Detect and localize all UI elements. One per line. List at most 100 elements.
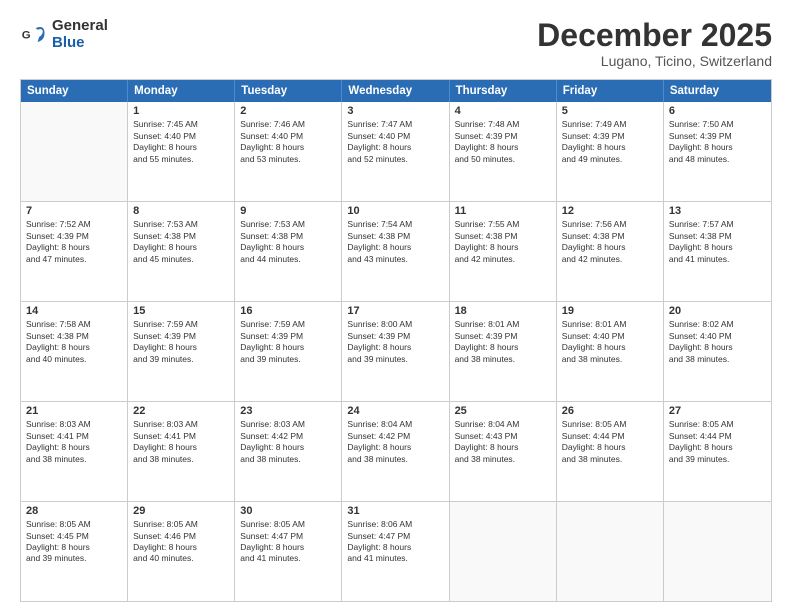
- day-number: 6: [669, 105, 766, 117]
- calendar-cell: 20 Sunrise: 8:02 AM Sunset: 4:40 PM Dayli…: [664, 302, 771, 401]
- cell-daylight-text: Sunrise: 8:01 AM Sunset: 4:40 PM Dayligh…: [562, 319, 658, 365]
- cell-daylight-text: Sunrise: 7:54 AM Sunset: 4:38 PM Dayligh…: [347, 219, 443, 265]
- calendar-row: 7Sunrise: 7:52 AM Sunset: 4:39 PM Daylig…: [21, 202, 771, 302]
- cell-daylight-text: Sunrise: 8:05 AM Sunset: 4:44 PM Dayligh…: [562, 419, 658, 465]
- calendar-cell: [664, 502, 771, 601]
- calendar-cell: 27 Sunrise: 8:05 AM Sunset: 4:44 PM Dayli…: [664, 402, 771, 501]
- logo-icon: G: [20, 21, 48, 49]
- cell-daylight-text: Sunrise: 7:52 AM Sunset: 4:39 PM Dayligh…: [26, 219, 122, 265]
- cell-daylight-text: Sunrise: 8:05 AM Sunset: 4:46 PM Dayligh…: [133, 519, 229, 565]
- calendar-row: 21 Sunrise: 8:03 AM Sunset: 4:41 PM Dayli…: [21, 402, 771, 502]
- logo-general-text: General: [52, 18, 108, 35]
- day-number: 22: [133, 405, 229, 417]
- calendar-cell: 8 Sunrise: 7:53 AM Sunset: 4:38 PM Daylig…: [128, 202, 235, 301]
- cell-daylight-text: Sunrise: 8:04 AM Sunset: 4:43 PM Dayligh…: [455, 419, 551, 465]
- header-cell-saturday: Saturday: [664, 80, 771, 102]
- calendar-cell: 14 Sunrise: 7:58 AM Sunset: 4:38 PM Dayli…: [21, 302, 128, 401]
- day-number: 20: [669, 305, 766, 317]
- day-number: 14: [26, 305, 122, 317]
- calendar-cell: 19 Sunrise: 8:01 AM Sunset: 4:40 PM Dayli…: [557, 302, 664, 401]
- day-number: 18: [455, 305, 551, 317]
- calendar-cell: 4 Sunrise: 7:48 AM Sunset: 4:39 PM Daylig…: [450, 102, 557, 201]
- cell-daylight-text: Sunrise: 7:57 AM Sunset: 4:38 PM Dayligh…: [669, 219, 766, 265]
- calendar-cell: 11 Sunrise: 7:55 AM Sunset: 4:38 PM Dayli…: [450, 202, 557, 301]
- cell-daylight-text: Sunrise: 7:47 AM Sunset: 4:40 PM Dayligh…: [347, 119, 443, 165]
- calendar-cell: 16 Sunrise: 7:59 AM Sunset: 4:39 PM Dayli…: [235, 302, 342, 401]
- header-cell-thursday: Thursday: [450, 80, 557, 102]
- header-cell-wednesday: Wednesday: [342, 80, 449, 102]
- day-number: 8: [133, 205, 229, 217]
- day-number: 3: [347, 105, 443, 117]
- cell-daylight-text: Sunrise: 7:59 AM Sunset: 4:39 PM Dayligh…: [240, 319, 336, 365]
- cell-daylight-text: Sunrise: 8:05 AM Sunset: 4:44 PM Dayligh…: [669, 419, 766, 465]
- day-number: 16: [240, 305, 336, 317]
- day-number: 1: [133, 105, 229, 117]
- calendar-cell: 28 Sunrise: 8:05 AM Sunset: 4:45 PM Dayli…: [21, 502, 128, 601]
- cell-daylight-text: Sunrise: 7:48 AM Sunset: 4:39 PM Dayligh…: [455, 119, 551, 165]
- day-number: 24: [347, 405, 443, 417]
- day-number: 27: [669, 405, 766, 417]
- cell-daylight-text: Sunrise: 8:04 AM Sunset: 4:42 PM Dayligh…: [347, 419, 443, 465]
- calendar-row: 14 Sunrise: 7:58 AM Sunset: 4:38 PM Dayli…: [21, 302, 771, 402]
- calendar-cell: 12 Sunrise: 7:56 AM Sunset: 4:38 PM Dayli…: [557, 202, 664, 301]
- day-number: 28: [26, 505, 122, 517]
- cell-daylight-text: Sunrise: 8:05 AM Sunset: 4:47 PM Dayligh…: [240, 519, 336, 565]
- title-block: December 2025 Lugano, Ticino, Switzerlan…: [537, 18, 772, 69]
- day-number: 12: [562, 205, 658, 217]
- calendar-cell: 29 Sunrise: 8:05 AM Sunset: 4:46 PM Dayli…: [128, 502, 235, 601]
- day-number: 11: [455, 205, 551, 217]
- calendar-cell: 5 Sunrise: 7:49 AM Sunset: 4:39 PM Daylig…: [557, 102, 664, 201]
- day-number: 26: [562, 405, 658, 417]
- cell-daylight-text: Sunrise: 8:06 AM Sunset: 4:47 PM Dayligh…: [347, 519, 443, 565]
- cell-daylight-text: Sunrise: 8:03 AM Sunset: 4:42 PM Dayligh…: [240, 419, 336, 465]
- calendar-cell: [557, 502, 664, 601]
- calendar-header: SundayMondayTuesdayWednesdayThursdayFrid…: [21, 80, 771, 102]
- day-number: 13: [669, 205, 766, 217]
- cell-daylight-text: Sunrise: 8:01 AM Sunset: 4:39 PM Dayligh…: [455, 319, 551, 365]
- calendar-cell: [21, 102, 128, 201]
- calendar-cell: 6 Sunrise: 7:50 AM Sunset: 4:39 PM Daylig…: [664, 102, 771, 201]
- day-number: 9: [240, 205, 336, 217]
- cell-daylight-text: Sunrise: 7:46 AM Sunset: 4:40 PM Dayligh…: [240, 119, 336, 165]
- cell-daylight-text: Sunrise: 7:58 AM Sunset: 4:38 PM Dayligh…: [26, 319, 122, 365]
- calendar-cell: 2 Sunrise: 7:46 AM Sunset: 4:40 PM Daylig…: [235, 102, 342, 201]
- calendar-cell: [450, 502, 557, 601]
- calendar-cell: 9Sunrise: 7:53 AM Sunset: 4:38 PM Daylig…: [235, 202, 342, 301]
- day-number: 19: [562, 305, 658, 317]
- day-number: 29: [133, 505, 229, 517]
- cell-daylight-text: Sunrise: 8:00 AM Sunset: 4:39 PM Dayligh…: [347, 319, 443, 365]
- day-number: 21: [26, 405, 122, 417]
- cell-daylight-text: Sunrise: 7:45 AM Sunset: 4:40 PM Dayligh…: [133, 119, 229, 165]
- cell-daylight-text: Sunrise: 8:03 AM Sunset: 4:41 PM Dayligh…: [133, 419, 229, 465]
- cell-daylight-text: Sunrise: 7:53 AM Sunset: 4:38 PM Dayligh…: [133, 219, 229, 265]
- calendar-cell: 15 Sunrise: 7:59 AM Sunset: 4:39 PM Dayli…: [128, 302, 235, 401]
- day-number: 2: [240, 105, 336, 117]
- cell-daylight-text: Sunrise: 7:55 AM Sunset: 4:38 PM Dayligh…: [455, 219, 551, 265]
- day-number: 30: [240, 505, 336, 517]
- cell-daylight-text: Sunrise: 8:03 AM Sunset: 4:41 PM Dayligh…: [26, 419, 122, 465]
- cell-daylight-text: Sunrise: 7:49 AM Sunset: 4:39 PM Dayligh…: [562, 119, 658, 165]
- calendar: SundayMondayTuesdayWednesdayThursdayFrid…: [20, 79, 772, 602]
- day-number: 4: [455, 105, 551, 117]
- calendar-row: 28 Sunrise: 8:05 AM Sunset: 4:45 PM Dayli…: [21, 502, 771, 601]
- cell-daylight-text: Sunrise: 8:05 AM Sunset: 4:45 PM Dayligh…: [26, 519, 122, 565]
- cell-daylight-text: Sunrise: 7:56 AM Sunset: 4:38 PM Dayligh…: [562, 219, 658, 265]
- logo-blue-text: Blue: [52, 35, 108, 52]
- day-number: 5: [562, 105, 658, 117]
- month-title: December 2025: [537, 18, 772, 53]
- calendar-cell: 3 Sunrise: 7:47 AM Sunset: 4:40 PM Daylig…: [342, 102, 449, 201]
- calendar-cell: 23 Sunrise: 8:03 AM Sunset: 4:42 PM Dayli…: [235, 402, 342, 501]
- calendar-cell: 10Sunrise: 7:54 AM Sunset: 4:38 PM Dayli…: [342, 202, 449, 301]
- day-number: 23: [240, 405, 336, 417]
- day-number: 15: [133, 305, 229, 317]
- calendar-row: 1 Sunrise: 7:45 AM Sunset: 4:40 PM Daylig…: [21, 102, 771, 202]
- header-cell-friday: Friday: [557, 80, 664, 102]
- calendar-cell: 22 Sunrise: 8:03 AM Sunset: 4:41 PM Dayli…: [128, 402, 235, 501]
- calendar-cell: 18 Sunrise: 8:01 AM Sunset: 4:39 PM Dayli…: [450, 302, 557, 401]
- cell-daylight-text: Sunrise: 7:50 AM Sunset: 4:39 PM Dayligh…: [669, 119, 766, 165]
- calendar-cell: 17Sunrise: 8:00 AM Sunset: 4:39 PM Dayli…: [342, 302, 449, 401]
- calendar-body: 1 Sunrise: 7:45 AM Sunset: 4:40 PM Daylig…: [21, 102, 771, 601]
- cell-daylight-text: Sunrise: 7:59 AM Sunset: 4:39 PM Dayligh…: [133, 319, 229, 365]
- cell-daylight-text: Sunrise: 8:02 AM Sunset: 4:40 PM Dayligh…: [669, 319, 766, 365]
- calendar-cell: 31Sunrise: 8:06 AM Sunset: 4:47 PM Dayli…: [342, 502, 449, 601]
